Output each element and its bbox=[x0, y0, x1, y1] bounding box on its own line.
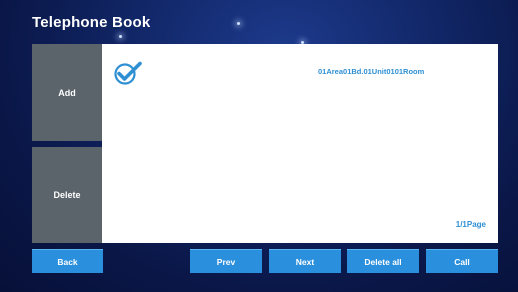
contact-name[interactable]: 01Area01Bd.01Unit0101Room bbox=[318, 67, 424, 76]
delete-button[interactable]: Delete bbox=[32, 147, 102, 243]
phonebook-screen: Telephone Book Add Delete 01Area01Bd.01U… bbox=[0, 0, 518, 292]
checkmark-icon[interactable] bbox=[113, 60, 143, 86]
page-title: Telephone Book bbox=[32, 14, 151, 31]
next-button[interactable]: Next bbox=[269, 249, 341, 273]
background-star bbox=[237, 22, 240, 25]
prev-button[interactable]: Prev bbox=[190, 249, 262, 273]
page-indicator: 1/1Page bbox=[455, 220, 486, 229]
delete-all-button[interactable]: Delete all bbox=[347, 249, 419, 273]
call-button[interactable]: Call bbox=[426, 249, 498, 273]
contact-list-panel: 01Area01Bd.01Unit0101Room 1/1Page bbox=[102, 44, 498, 243]
back-button[interactable]: Back bbox=[32, 249, 103, 273]
background-star bbox=[119, 35, 122, 38]
add-button[interactable]: Add bbox=[32, 44, 102, 141]
